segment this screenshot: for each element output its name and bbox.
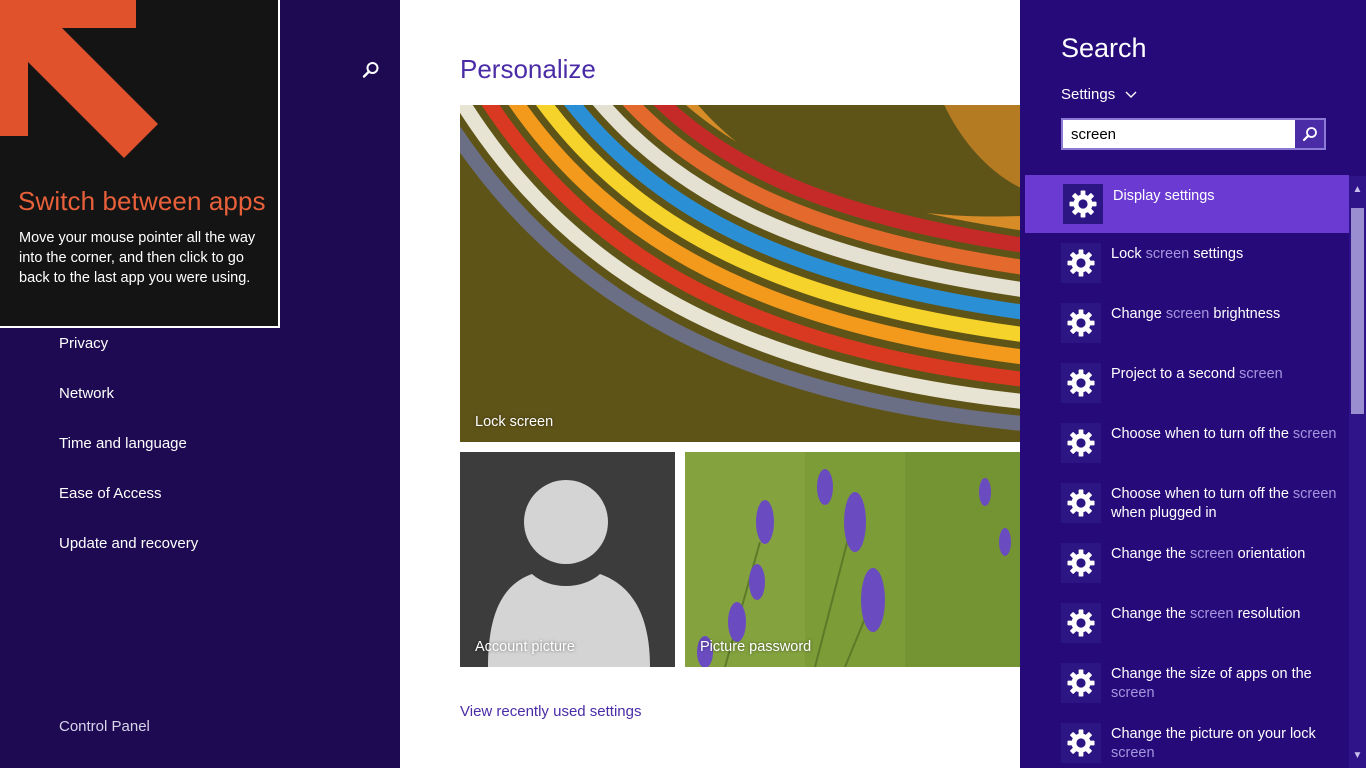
nav-item-time-and-language[interactable]: Time and language <box>59 435 187 452</box>
search-result-text: Change <box>1111 306 1166 322</box>
search-icon[interactable] <box>362 61 380 79</box>
account-picture-tile[interactable]: Account picture <box>460 452 675 667</box>
search-result-label: Project to a second screen <box>1111 365 1341 384</box>
search-result-text: Change the picture on your lock <box>1111 726 1316 742</box>
search-result-match: screen <box>1190 546 1234 562</box>
search-result-text: Change the <box>1111 606 1191 622</box>
nav-item-privacy[interactable]: Privacy <box>59 335 108 352</box>
tip-title: Switch between apps <box>18 186 266 216</box>
search-result-match: screen <box>1292 486 1337 502</box>
search-input[interactable] <box>1063 120 1295 148</box>
search-result-match: screen <box>1111 685 1155 701</box>
search-result-text: settings <box>1189 246 1244 262</box>
search-result-text: when plugged in <box>1111 505 1217 521</box>
search-result-match: screen <box>1111 745 1155 761</box>
picture-password-label: Picture password <box>700 639 812 655</box>
search-heading: Search <box>1061 33 1147 63</box>
search-result-match: screen <box>1165 306 1210 322</box>
gear-icon <box>1061 663 1101 703</box>
nav-item-ease-of-access[interactable]: Ease of Access <box>59 485 162 502</box>
search-result-text: brightness <box>1209 306 1281 322</box>
search-result-text: resolution <box>1233 606 1301 622</box>
search-result-match: screen <box>1190 606 1234 622</box>
search-result-text: Choose when to turn off the <box>1111 426 1293 442</box>
search-result-label: Lock screen settings <box>1111 245 1341 264</box>
search-result-item[interactable]: Choose when to turn off the screen <box>1025 415 1349 473</box>
search-result-text: Change the <box>1111 546 1191 562</box>
lavender-image <box>685 452 1020 667</box>
search-result-label: Change the screen resolution <box>1111 605 1341 624</box>
gear-icon <box>1061 303 1101 343</box>
search-result-text: Choose when to turn off the <box>1111 486 1293 502</box>
search-result-text: Project to a second <box>1111 366 1240 382</box>
search-result-label: Choose when to turn off the screen when … <box>1111 485 1341 523</box>
search-charm-pane: Search Settings Display settings Lock scr… <box>1020 0 1366 768</box>
search-result-item[interactable]: Change the screen resolution <box>1025 595 1349 653</box>
results-scrollbar[interactable]: ▲ ▼ <box>1349 176 1366 768</box>
search-result-label: Display settings <box>1113 187 1343 206</box>
page-title: Personalize <box>460 54 596 84</box>
tip-overlay: Switch between apps Move your mouse poin… <box>0 0 280 328</box>
search-result-match: screen <box>1239 366 1283 382</box>
search-result-label: Change the picture on your lock screen <box>1111 725 1341 763</box>
search-scope-label: Settings <box>1061 86 1116 103</box>
scroll-down-arrow-icon[interactable]: ▼ <box>1349 742 1366 768</box>
search-result-item[interactable]: Change the picture on your lock screen <box>1025 715 1349 768</box>
gear-icon <box>1061 243 1101 283</box>
gear-icon <box>1061 483 1101 523</box>
search-result-item[interactable]: Lock screen settings <box>1025 235 1349 293</box>
user-silhouette-icon <box>488 480 650 667</box>
search-result-label: Choose when to turn off the screen <box>1111 425 1341 444</box>
search-result-text: Change the size of apps on the <box>1111 666 1312 682</box>
search-result-label: Change screen brightness <box>1111 305 1341 324</box>
search-result-text: Lock <box>1111 246 1146 262</box>
search-result-match: screen <box>1145 246 1190 262</box>
tip-body: Move your mouse pointer all the way into… <box>19 230 256 286</box>
personalize-page: Personalize Lock screen Account picture … <box>400 0 1020 768</box>
account-picture-label: Account picture <box>475 639 575 655</box>
gear-icon <box>1061 363 1101 403</box>
scroll-up-arrow-icon[interactable]: ▲ <box>1349 176 1366 202</box>
gear-icon <box>1061 543 1101 583</box>
lock-screen-label: Lock screen <box>475 414 554 430</box>
up-left-arrow-icon <box>0 0 158 158</box>
control-panel-link[interactable]: Control Panel <box>59 718 150 735</box>
search-button[interactable] <box>1295 120 1324 148</box>
view-recent-settings-link[interactable]: View recently used settings <box>460 703 642 720</box>
search-result-match: screen <box>1292 426 1337 442</box>
search-icon <box>1302 127 1317 142</box>
gear-icon <box>1061 723 1101 763</box>
search-result-label: Change the screen orientation <box>1111 545 1341 564</box>
search-scope-dropdown[interactable]: Settings <box>1061 86 1137 103</box>
lock-screen-tile[interactable]: Lock screen <box>460 105 1020 442</box>
chevron-down-icon <box>1125 91 1137 98</box>
search-result-text: Display settings <box>1113 188 1215 204</box>
search-result-item[interactable]: Change the screen orientation <box>1025 535 1349 593</box>
search-result-item[interactable]: Project to a second screen <box>1025 355 1349 413</box>
search-result-item[interactable]: Choose when to turn off the screen when … <box>1025 475 1349 533</box>
nav-item-update-and-recovery[interactable]: Update and recovery <box>59 535 198 552</box>
search-box <box>1061 118 1326 150</box>
gear-icon <box>1063 184 1103 224</box>
picture-password-tile[interactable]: Picture password <box>685 452 1020 667</box>
lock-screen-image <box>460 105 1020 442</box>
search-result-item[interactable]: Change screen brightness <box>1025 295 1349 353</box>
search-result-item[interactable]: Display settings <box>1025 175 1349 233</box>
search-result-item[interactable]: Change the size of apps on the screen <box>1025 655 1349 713</box>
search-result-text: orientation <box>1233 546 1306 562</box>
nav-item-network[interactable]: Network <box>59 385 114 402</box>
gear-icon <box>1061 603 1101 643</box>
gear-icon <box>1061 423 1101 463</box>
scroll-thumb[interactable] <box>1351 208 1364 414</box>
search-result-label: Change the size of apps on the screen <box>1111 665 1341 703</box>
